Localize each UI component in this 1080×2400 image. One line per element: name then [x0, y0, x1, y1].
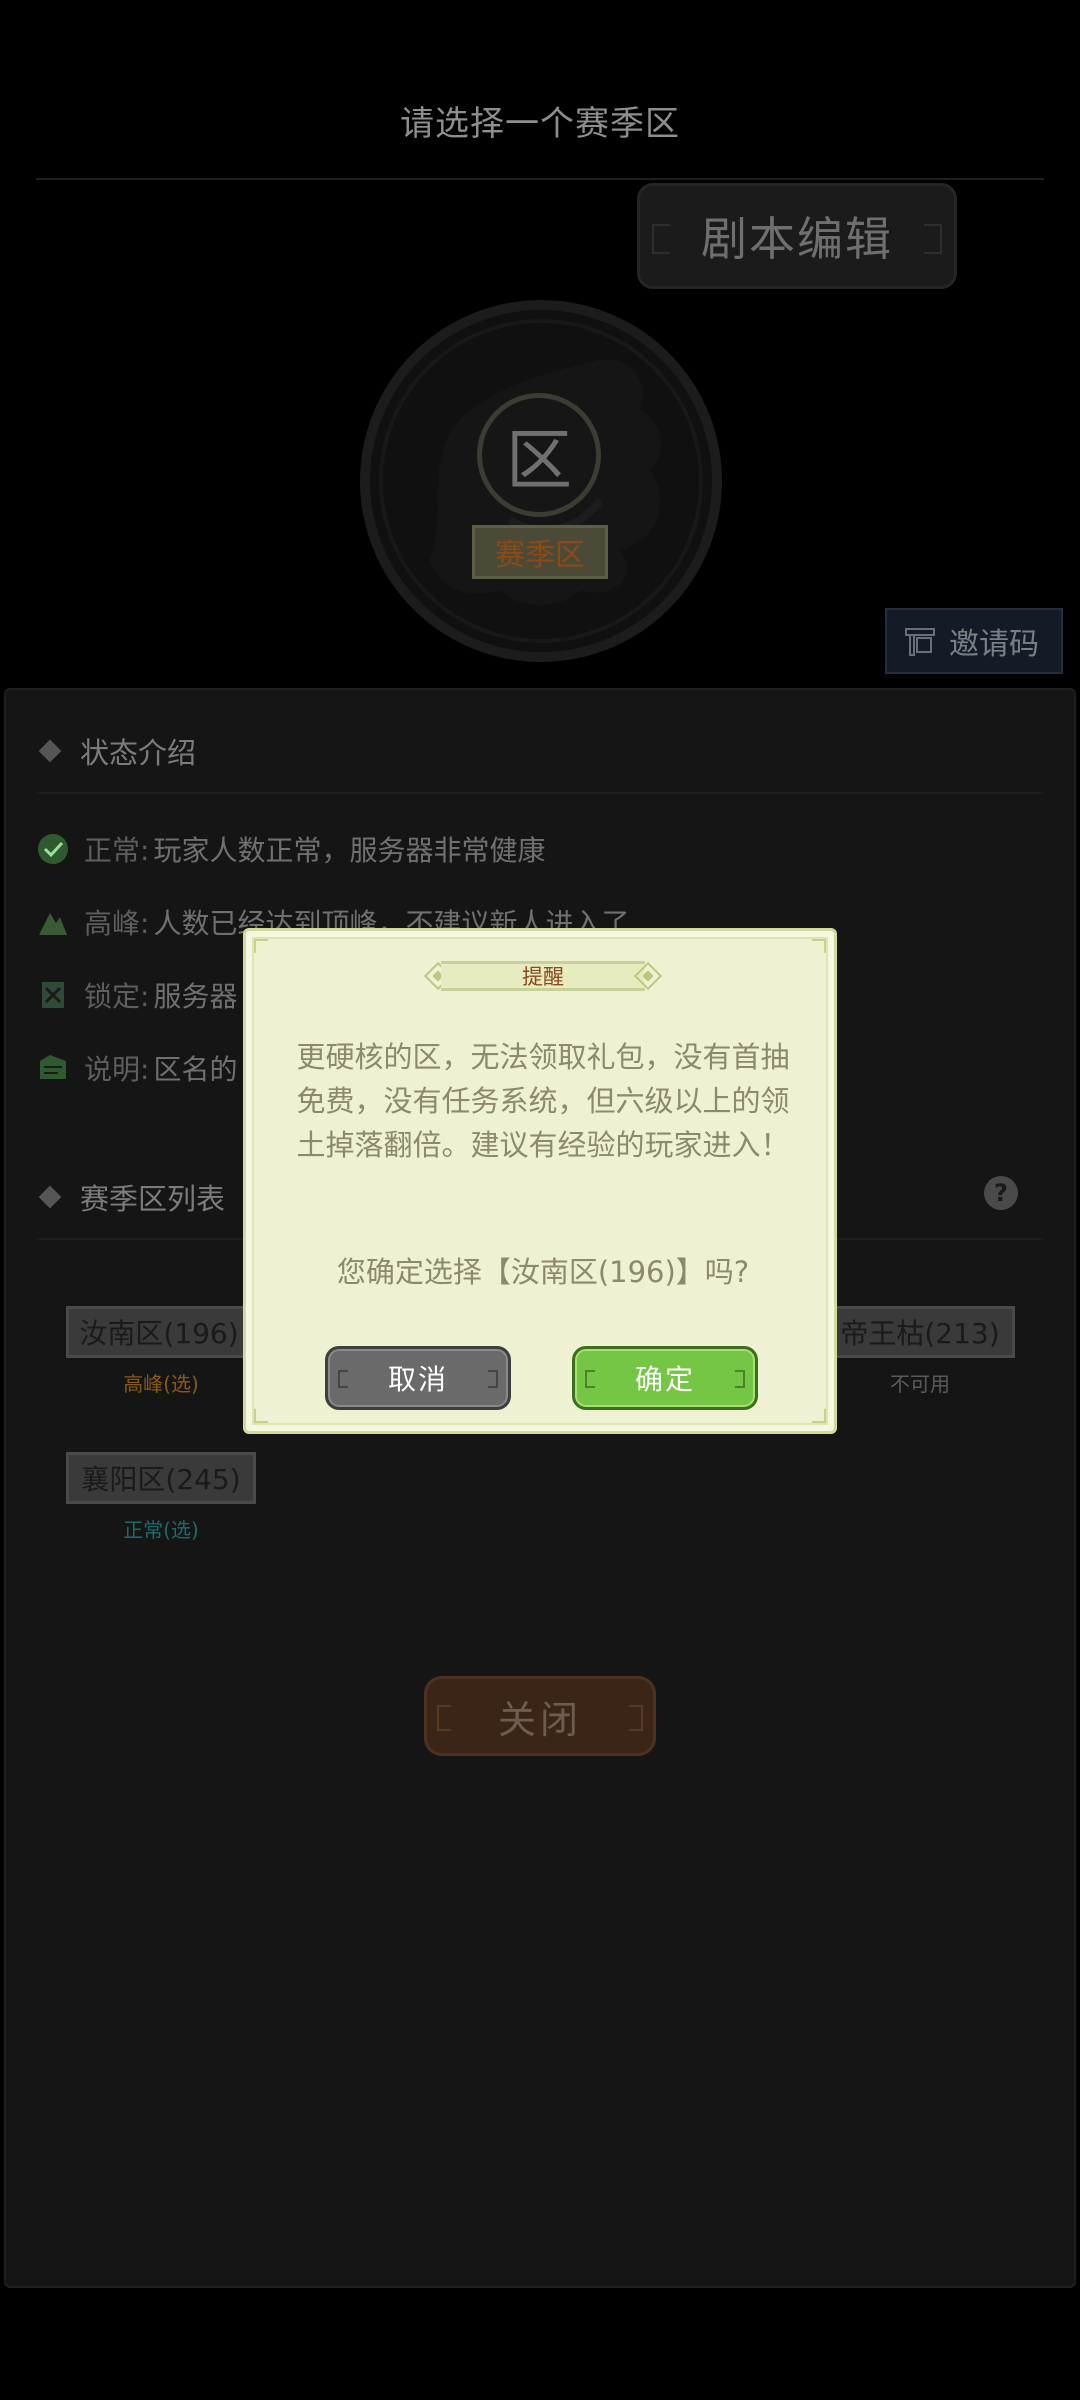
status-row-locked: 锁定: 服务器 [36, 975, 237, 1015]
chevron-left-icon [652, 224, 670, 254]
corner-ornament [812, 1409, 826, 1423]
confirm-dialog: 提醒 更硬核的区，无法领取礼包，没有首抽免费，没有任务系统，但六级以上的领土掉落… [243, 928, 837, 1434]
status-section-header: 状态介绍 [38, 730, 197, 772]
confirm-label: 确定 [634, 1363, 695, 1396]
season-badge: 赛季区 [472, 525, 608, 579]
diamond-icon [38, 1185, 62, 1209]
status-key: 锁定: [84, 980, 150, 1013]
status-text: 服务器 [153, 980, 238, 1013]
cancel-label: 取消 [387, 1363, 448, 1396]
close-label: 关闭 [497, 1697, 582, 1742]
script-edit-label: 剧本编辑 [701, 212, 893, 266]
status-text: 玩家人数正常，服务器非常健康 [153, 834, 546, 867]
chevron-right-icon [629, 1705, 643, 1731]
invite-label: 邀请码 [949, 627, 1039, 662]
help-icon[interactable]: ? [984, 1176, 1018, 1210]
zone-list-header: 赛季区列表 [38, 1176, 226, 1218]
lock-icon [42, 982, 64, 1008]
peak-icon [39, 913, 67, 935]
status-section-title: 状态介绍 [80, 736, 197, 770]
corner-ornament [254, 1409, 268, 1423]
corner-ornament [812, 939, 826, 953]
zone-name: 帝王枯(213) [840, 1317, 1000, 1350]
status-key: 正常: [84, 834, 150, 867]
status-key: 高峰: [84, 907, 150, 940]
confirm-button[interactable]: 确定 [572, 1346, 758, 1410]
diamond-icon [38, 739, 62, 763]
invite-code-button[interactable]: 邀请码 [885, 608, 1063, 674]
dialog-title: 提醒 [441, 961, 645, 991]
title-ornament-icon [633, 961, 663, 991]
status-text: 区名的 [153, 1053, 238, 1086]
chevron-right-icon [735, 1370, 745, 1388]
corner-ornament [254, 939, 268, 953]
zone-icon: 区 [477, 393, 601, 517]
zone-button-diwangku[interactable]: 帝王枯(213) [825, 1306, 1015, 1358]
check-circle-icon [38, 834, 68, 864]
close-button[interactable]: 关闭 [424, 1676, 656, 1756]
chevron-left-icon [585, 1370, 595, 1388]
status-row-note: 说明: 区名的 [36, 1048, 237, 1088]
dialog-message: 更硬核的区，无法领取礼包，没有首抽免费，没有任务系统，但六级以上的领土掉落翻倍。… [296, 1040, 790, 1162]
zone-button-runan[interactable]: 汝南区(196) [66, 1306, 252, 1358]
invite-icon [905, 628, 935, 656]
zone-list-title: 赛季区列表 [80, 1182, 226, 1216]
status-row-normal: 正常: 玩家人数正常，服务器非常健康 [36, 829, 545, 869]
chevron-left-icon [338, 1370, 348, 1388]
cancel-button[interactable]: 取消 [325, 1346, 511, 1410]
script-edit-button[interactable]: 剧本编辑 [637, 183, 957, 289]
zone-name: 襄阳区(245) [81, 1463, 241, 1496]
chevron-left-icon [437, 1705, 451, 1731]
zone-name: 汝南区(196) [79, 1317, 239, 1350]
chevron-right-icon [924, 224, 942, 254]
zone-state: 不可用 [890, 1372, 950, 1396]
zone-button-xiangyang[interactable]: 襄阳区(245) [66, 1452, 256, 1504]
page-title: 请选择一个赛季区 [400, 104, 680, 144]
zone-state: 高峰(选) [123, 1372, 199, 1396]
dialog-title-banner: 提醒 [421, 953, 665, 997]
dialog-confirm-question: 您确定选择【汝南区(196)】吗? [336, 1255, 750, 1289]
chevron-right-icon [488, 1370, 498, 1388]
section-divider [36, 792, 1044, 794]
zone-state: 正常(选) [123, 1518, 199, 1542]
status-key: 说明: [84, 1053, 150, 1086]
header-divider [36, 178, 1044, 180]
note-icon [40, 1055, 66, 1079]
